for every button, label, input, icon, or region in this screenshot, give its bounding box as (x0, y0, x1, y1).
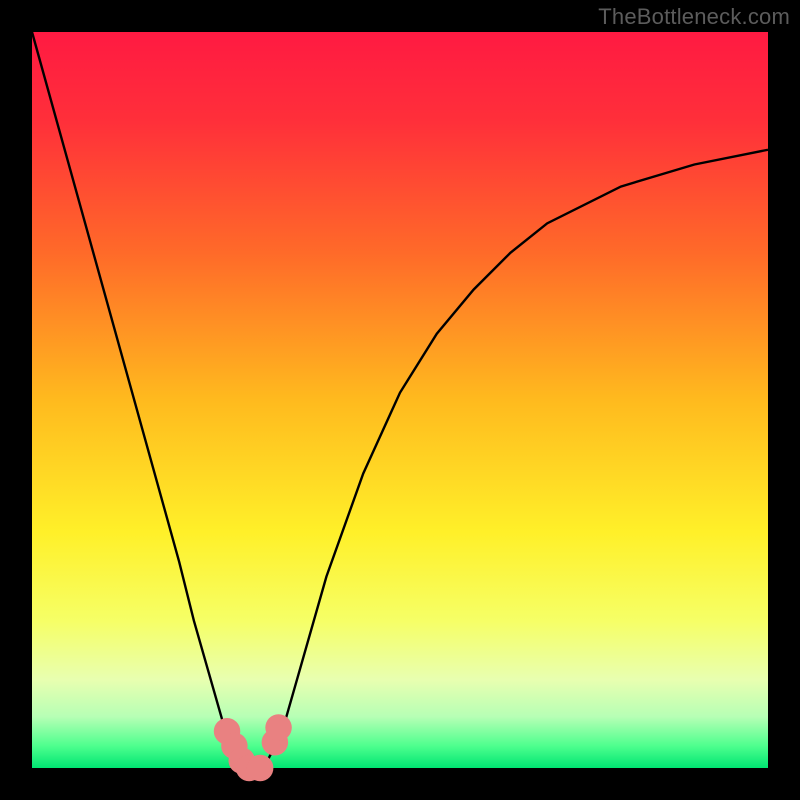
plot-background (32, 32, 768, 768)
attribution-text: TheBottleneck.com (598, 4, 790, 30)
marker-e (247, 755, 274, 782)
marker-g (265, 714, 292, 741)
chart-frame: TheBottleneck.com (0, 0, 800, 800)
chart-svg (0, 0, 800, 800)
